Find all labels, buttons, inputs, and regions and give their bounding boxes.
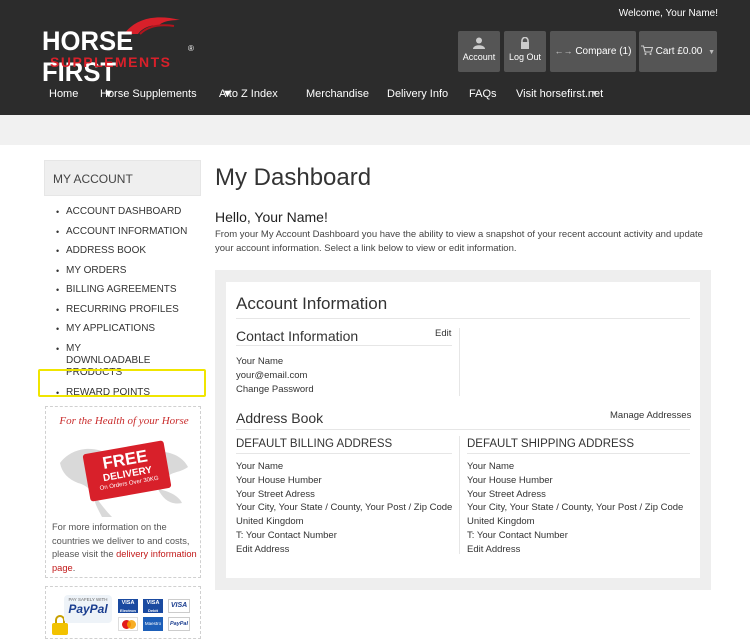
page-title: My Dashboard bbox=[215, 164, 372, 191]
divider bbox=[236, 453, 452, 454]
divider bbox=[236, 429, 690, 430]
shipping-phone: T: Your Contact Number bbox=[467, 529, 568, 541]
nav-faqs[interactable]: FAQs bbox=[469, 88, 497, 100]
dashboard-intro: From your My Account Dashboard you have … bbox=[215, 229, 703, 254]
shipping-city: Your City, Your State / County, Your Pos… bbox=[467, 502, 684, 514]
shipping-address-heading: DEFAULT SHIPPING ADDRESS bbox=[467, 438, 635, 450]
visa-electron-card: VISA Electron bbox=[118, 599, 138, 613]
sidebar-heading: MY ACCOUNT bbox=[44, 160, 201, 196]
edit-shipping-address-link[interactable]: Edit Address bbox=[467, 543, 683, 557]
chevron-down-icon: ▼ bbox=[222, 88, 233, 100]
cart-icon bbox=[640, 45, 654, 55]
column-divider bbox=[459, 328, 460, 396]
promo-text-end: . bbox=[72, 563, 76, 574]
shipping-street: Your Street Adress bbox=[467, 488, 546, 500]
mastercard-card bbox=[118, 617, 138, 631]
greeting: Hello, Your Name! bbox=[215, 209, 328, 225]
sidebar-item-account-dashboard[interactable]: ACCOUNT DASHBOARD bbox=[56, 206, 206, 218]
promo-title: For the Health of your Horse bbox=[59, 415, 189, 427]
nav-horse-supplements-label: Horse Supplements bbox=[100, 88, 197, 100]
sidebar-item-address-book[interactable]: ADDRESS BOOK bbox=[56, 245, 206, 257]
logo-registered: ® bbox=[188, 44, 194, 53]
nav-delivery-info[interactable]: Delivery Info bbox=[387, 88, 448, 100]
edit-contact-link[interactable]: Edit bbox=[435, 328, 451, 339]
shipping-address: Your Name Your House Humber Your Street … bbox=[467, 460, 683, 557]
cart-button[interactable]: Cart £0.00 ▼ bbox=[639, 31, 717, 72]
billing-country: United Kingdom bbox=[236, 516, 304, 528]
chevron-down-icon: ▼ bbox=[103, 88, 114, 100]
billing-street: Your Street Adress bbox=[236, 488, 315, 500]
sidebar-item-recurring-profiles[interactable]: RECURRING PROFILES bbox=[56, 304, 206, 316]
sidebar-item-billing-agreements[interactable]: BILLING AGREEMENTS bbox=[56, 284, 206, 296]
manage-addresses-link[interactable]: Manage Addresses bbox=[610, 410, 691, 421]
card1-sub: Electron bbox=[119, 608, 136, 613]
logout-button[interactable]: Log Out bbox=[504, 31, 546, 72]
divider bbox=[236, 318, 690, 319]
logout-label: Log Out bbox=[508, 52, 542, 62]
contact-information-heading: Contact Information bbox=[236, 328, 359, 344]
site-header: Welcome, Your Name! HORSE FIRST ® SUPPLE… bbox=[0, 0, 750, 115]
visa-card: VISA bbox=[168, 599, 190, 613]
sidebar-item-my-applications[interactable]: MY APPLICATIONS bbox=[56, 323, 206, 335]
shipping-house: Your House Humber bbox=[467, 474, 553, 486]
maestro-card: Maestro bbox=[143, 617, 163, 631]
contact-details: Your Name your@email.com Change Password bbox=[236, 355, 314, 397]
chevron-down-icon: ▼ bbox=[708, 49, 716, 56]
visa-debit-card: VISA Debit bbox=[143, 599, 163, 613]
shipping-country: United Kingdom bbox=[467, 516, 535, 528]
delivery-promo: For the Health of your Horse FREE DELIVE… bbox=[45, 406, 201, 578]
billing-house: Your House Humber bbox=[236, 474, 322, 486]
reward-points-highlight bbox=[38, 369, 206, 397]
card2-label: VISA bbox=[146, 600, 160, 606]
sidebar-item-account-information[interactable]: ACCOUNT INFORMATION bbox=[56, 226, 206, 238]
edit-billing-address-link[interactable]: Edit Address bbox=[236, 543, 452, 557]
account-label: Account bbox=[462, 52, 496, 62]
account-information-heading: Account Information bbox=[236, 294, 388, 313]
payment-methods: PAY SAFELY WITH PayPal VISA Electron VISA… bbox=[45, 586, 201, 639]
compare-label: Compare (1) bbox=[575, 46, 632, 57]
divider bbox=[467, 453, 690, 454]
user-icon bbox=[473, 37, 485, 49]
breadcrumb-band bbox=[0, 115, 750, 145]
column-divider bbox=[459, 436, 460, 554]
sidebar-item-my-orders[interactable]: MY ORDERS bbox=[56, 265, 206, 277]
billing-city: Your City, Your State / County, Your Pos… bbox=[236, 502, 453, 514]
address-book-heading: Address Book bbox=[236, 410, 324, 426]
divider bbox=[236, 345, 452, 346]
contact-email: your@email.com bbox=[236, 370, 308, 381]
nav-visit-site[interactable]: Visit horsefirst.net bbox=[516, 88, 603, 100]
nav-merchandise[interactable]: Merchandise bbox=[306, 88, 369, 100]
billing-address-heading: DEFAULT BILLING ADDRESS bbox=[236, 438, 393, 450]
shipping-name: Your Name bbox=[467, 461, 515, 472]
main-nav: Home Horse Supplements ▼ A to Z Index ▼ Me… bbox=[0, 88, 750, 106]
card2-sub: Debit bbox=[148, 608, 158, 613]
contact-name: Your Name bbox=[236, 356, 284, 367]
paypal-card: PayPal bbox=[168, 617, 190, 631]
change-password-link[interactable]: Change Password bbox=[236, 383, 314, 397]
nav-home[interactable]: Home bbox=[49, 88, 78, 100]
welcome-message: Welcome, Your Name! bbox=[618, 8, 718, 19]
lock-icon bbox=[521, 37, 529, 49]
cart-label: Cart £0.00 bbox=[655, 46, 703, 57]
account-button[interactable]: Account bbox=[458, 31, 500, 72]
compare-button[interactable]: ←→ Compare (1) ▼ bbox=[550, 31, 636, 97]
site-logo[interactable]: HORSE FIRST ® SUPPLEMENTS bbox=[42, 14, 202, 87]
billing-name: Your Name bbox=[236, 461, 284, 472]
paypal-badge: PAY SAFELY WITH PayPal bbox=[64, 595, 112, 623]
billing-address: Your Name Your House Humber Your Street … bbox=[236, 460, 452, 557]
compare-arrows-icon: ←→ bbox=[554, 46, 573, 56]
paypal-logo: PayPal bbox=[68, 602, 108, 616]
card1-label: VISA bbox=[121, 600, 135, 606]
promo-text: For more information on the countries we… bbox=[52, 521, 198, 576]
logo-subtitle: SUPPLEMENTS bbox=[50, 54, 172, 70]
billing-phone: T: Your Contact Number bbox=[236, 529, 337, 541]
